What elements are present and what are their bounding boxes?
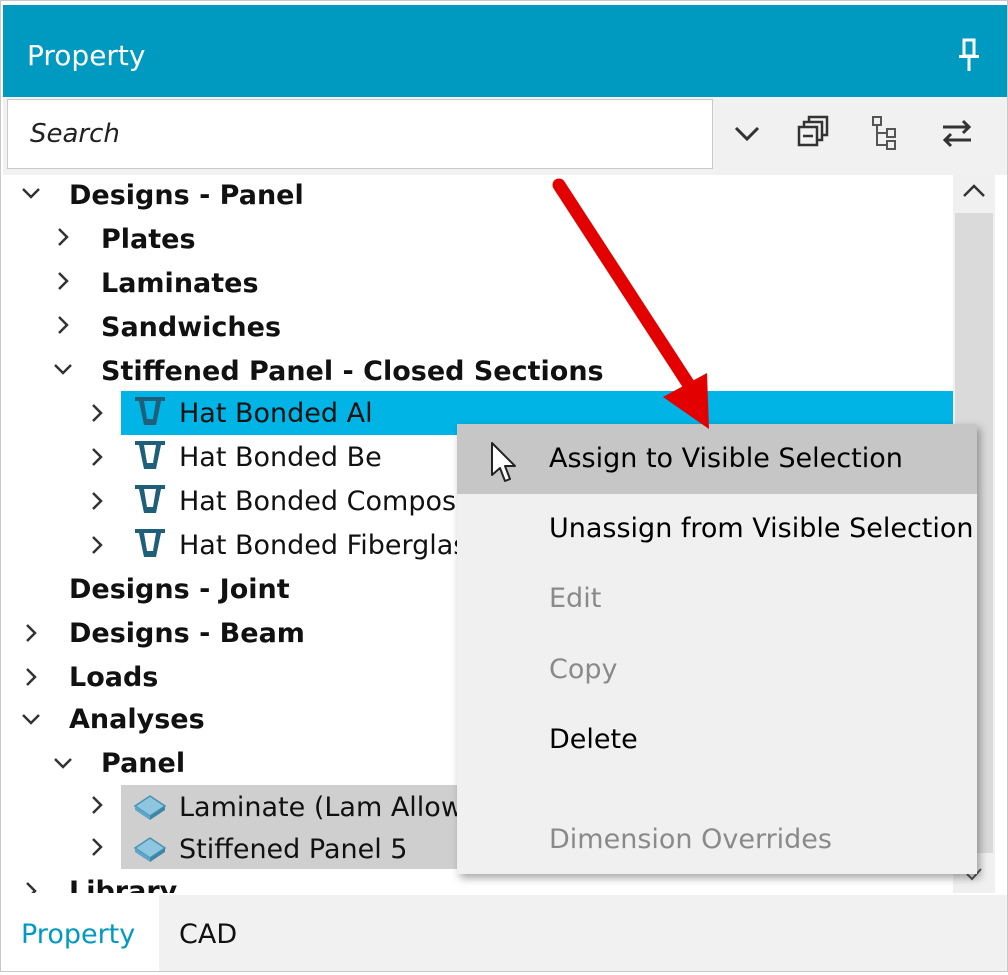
tree-item-hat-al[interactable]: Hat Bonded Al (179, 393, 373, 435)
property-panel: Property Search Designs - Panel Plates L… (0, 0, 1008, 972)
chevron-right-icon[interactable] (53, 315, 73, 335)
tree-item-laminate-lam[interactable]: Laminate (Lam Allowa (179, 787, 479, 829)
scroll-up-icon[interactable] (961, 181, 987, 201)
tab-property[interactable]: Property (3, 895, 159, 971)
tree-structure-icon[interactable] (865, 113, 905, 153)
panel-header: Property (3, 5, 1007, 97)
chevron-down-icon[interactable] (727, 113, 767, 153)
chevron-down-icon[interactable] (21, 709, 41, 729)
tab-cad[interactable]: CAD (161, 895, 255, 971)
panel-title: Property (27, 39, 146, 72)
chevron-right-icon[interactable] (87, 535, 107, 555)
hat-section-icon (135, 441, 165, 469)
chevron-right-icon[interactable] (87, 491, 107, 511)
menu-item-delete[interactable]: Delete (457, 705, 977, 775)
context-menu: Assign to Visible Selection Unassign fro… (457, 424, 977, 874)
tree-item-hat-be[interactable]: Hat Bonded Be (179, 437, 382, 479)
hat-section-icon (135, 397, 165, 425)
menu-item-dimension-overrides[interactable]: Dimension Overrides (457, 805, 977, 875)
chevron-right-icon[interactable] (53, 271, 73, 291)
tree-item-designs-joint[interactable]: Designs - Joint (69, 569, 290, 611)
chevron-right-icon[interactable] (87, 403, 107, 423)
menu-item-edit[interactable]: Edit (457, 564, 977, 634)
chevron-right-icon[interactable] (87, 837, 107, 857)
laminate-plate-icon (133, 795, 167, 820)
tree-item-analyses[interactable]: Analyses (69, 699, 205, 741)
mouse-cursor-icon (491, 442, 516, 482)
chevron-right-icon[interactable] (53, 227, 73, 247)
chevron-down-icon[interactable] (53, 753, 73, 773)
chevron-right-icon[interactable] (21, 667, 41, 687)
bottom-tab-bar: Property CAD (3, 895, 1007, 971)
tree-item-plates[interactable]: Plates (101, 219, 196, 261)
tree-item-stiffened5[interactable]: Stiffened Panel 5 (179, 829, 408, 871)
annotation-arrow-icon (552, 178, 709, 429)
tree-item-laminates[interactable]: Laminates (101, 263, 259, 305)
tree-item-sandwiches[interactable]: Sandwiches (101, 307, 281, 349)
chevron-down-icon[interactable] (53, 359, 73, 379)
tree-item-hat-compos[interactable]: Hat Bonded Compos (179, 481, 456, 523)
tree-item-designs-beam[interactable]: Designs - Beam (69, 613, 305, 655)
tree-item-loads[interactable]: Loads (69, 657, 158, 699)
chevron-right-icon[interactable] (21, 881, 41, 893)
hat-section-icon (135, 485, 165, 513)
swap-arrows-icon[interactable] (937, 113, 977, 153)
search-input[interactable] (8, 100, 712, 168)
chevron-right-icon[interactable] (21, 623, 41, 643)
laminate-plate-icon (133, 837, 167, 862)
tree-item-designs-panel[interactable]: Designs - Panel (69, 175, 304, 217)
tree-item-library[interactable]: Library (69, 871, 177, 893)
tree-item-hat-fiberglass[interactable]: Hat Bonded Fiberglas (179, 525, 467, 567)
tree-item-stiffened-closed[interactable]: Stiffened Panel - Closed Sections (101, 351, 604, 393)
pin-icon[interactable] (957, 38, 981, 72)
chevron-right-icon[interactable] (87, 447, 107, 467)
toolbar (3, 97, 1007, 175)
chevron-down-icon[interactable] (21, 183, 41, 203)
collapse-all-icon[interactable] (793, 113, 833, 153)
chevron-right-icon[interactable] (87, 795, 107, 815)
tree-item-panel[interactable]: Panel (101, 743, 185, 785)
hat-section-icon (135, 529, 165, 557)
menu-item-unassign[interactable]: Unassign from Visible Selection (457, 494, 977, 564)
menu-item-copy[interactable]: Copy (457, 635, 977, 705)
search-box[interactable] (7, 99, 713, 169)
